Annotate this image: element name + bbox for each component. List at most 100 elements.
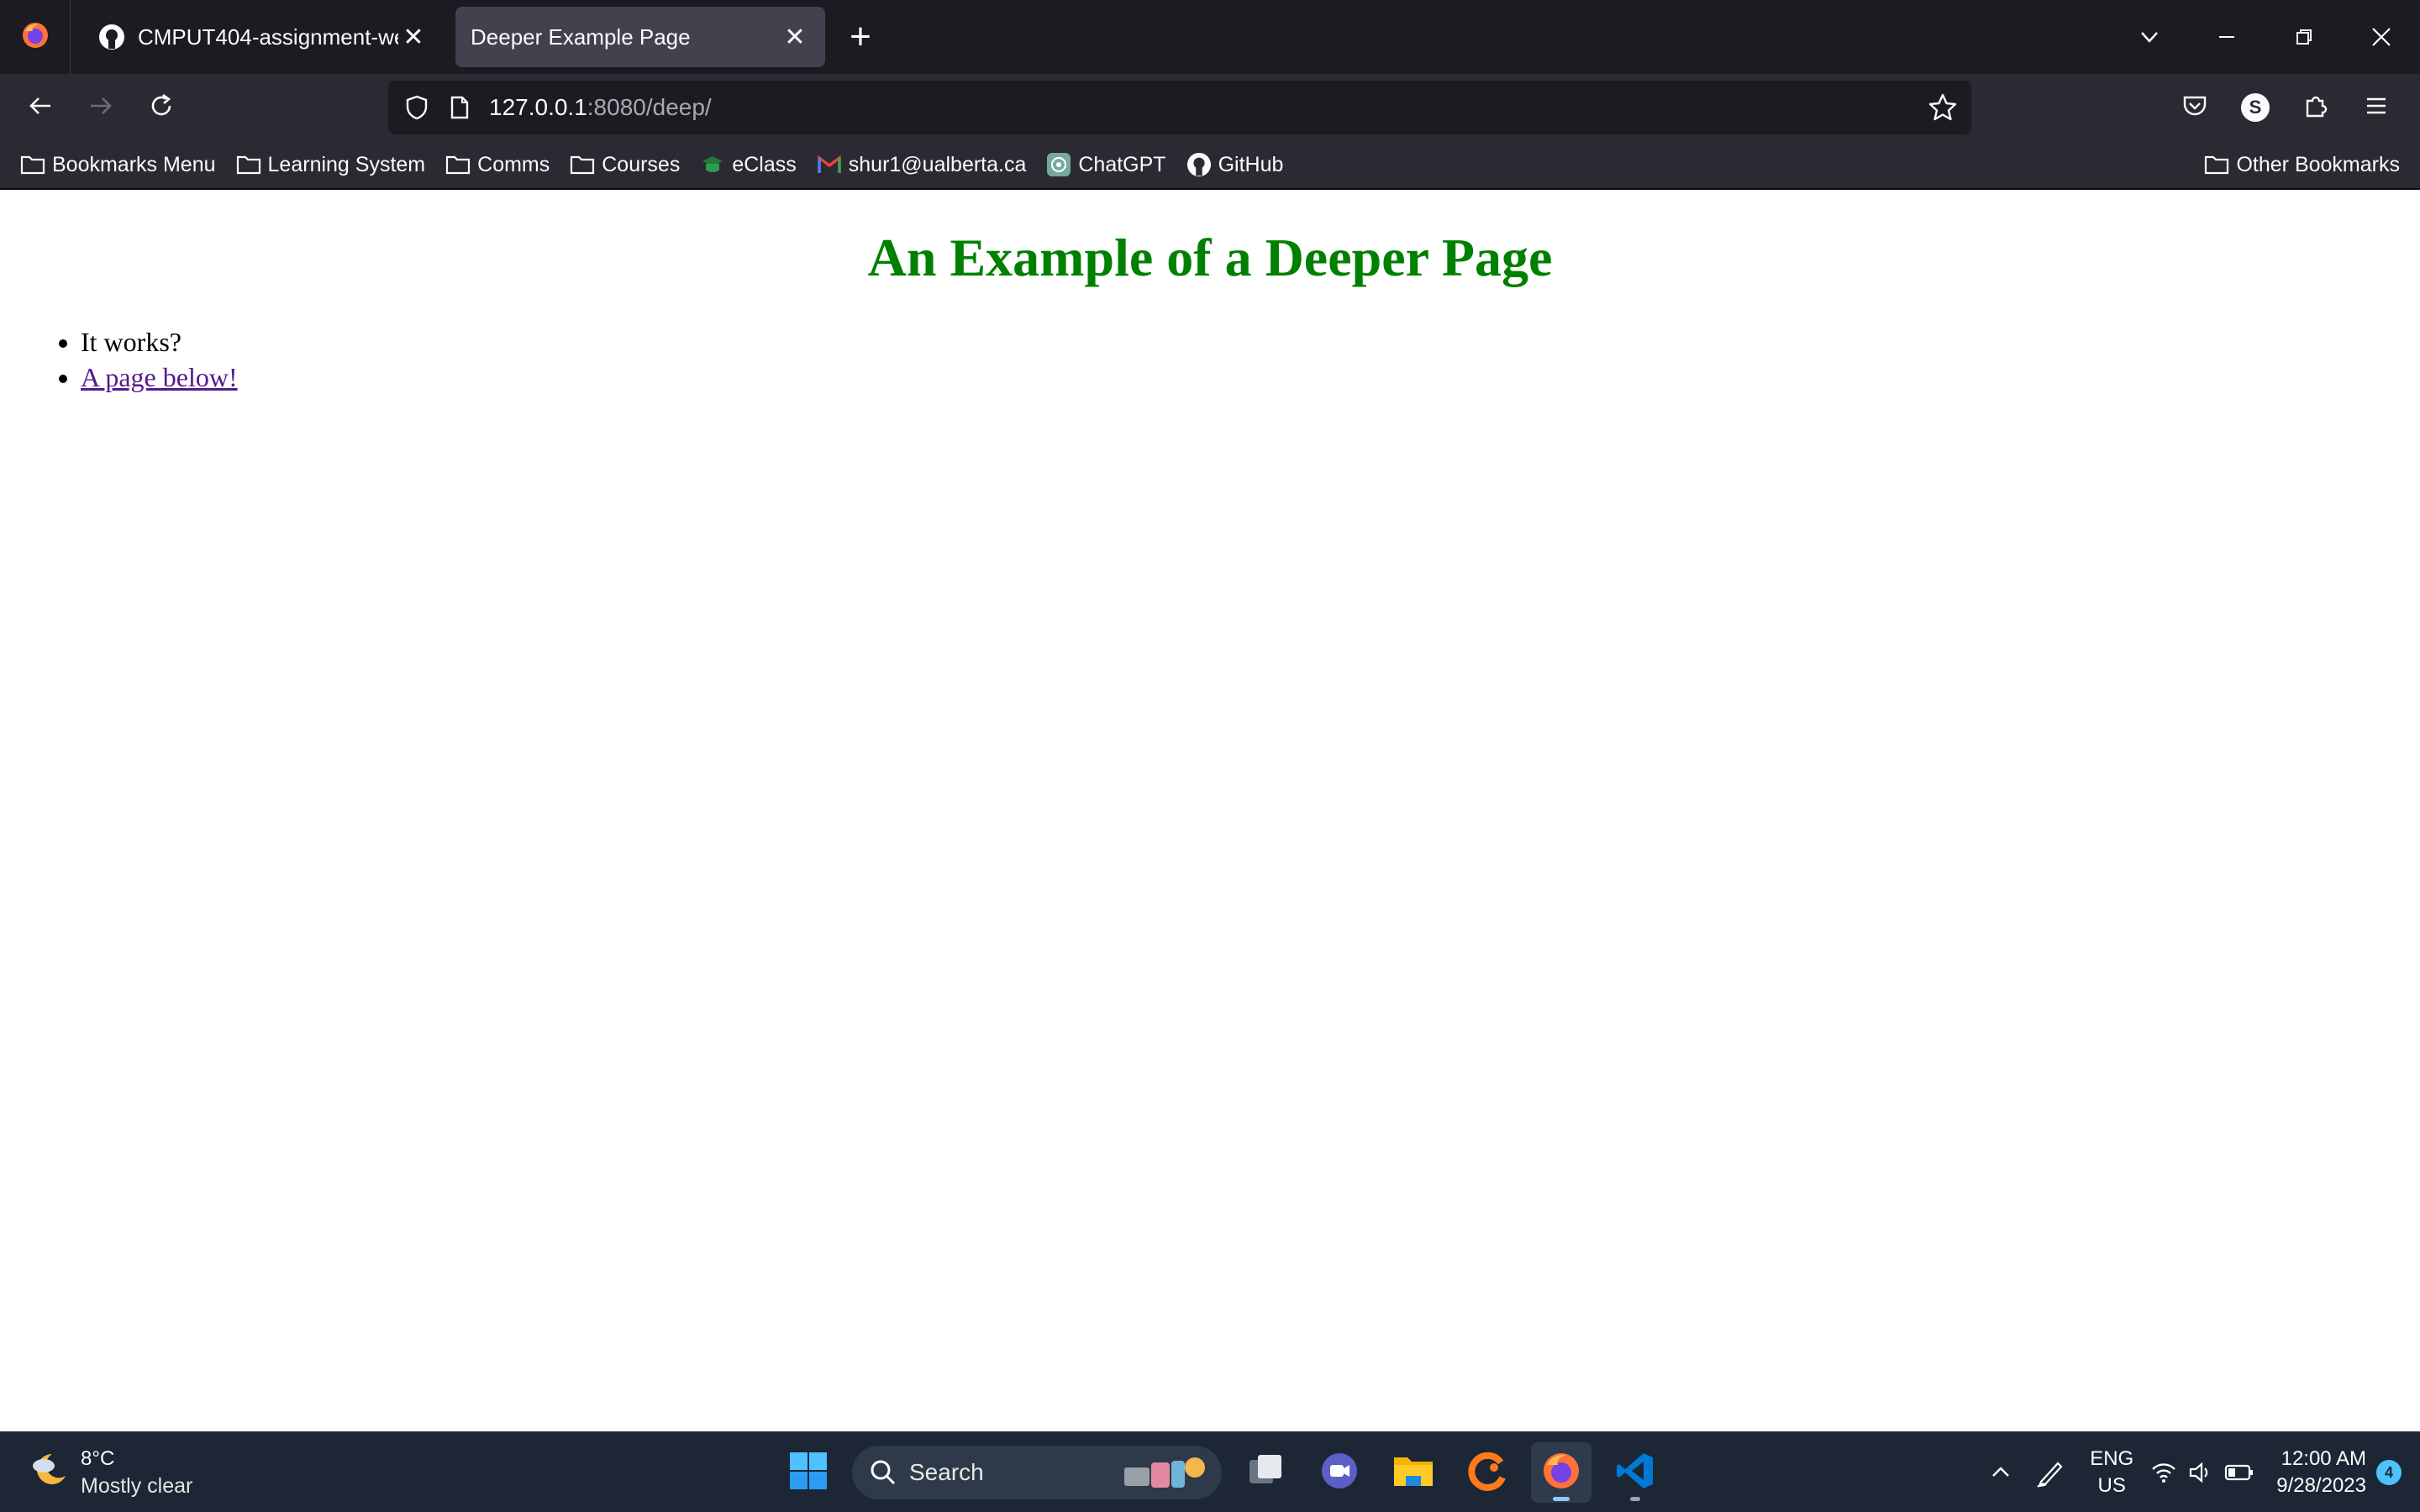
- tab-github[interactable]: CMPUT404-assignment-webser ✕: [82, 7, 444, 67]
- running-indicator: [1630, 1497, 1640, 1501]
- orange-app-button[interactable]: [1457, 1442, 1518, 1503]
- chatgpt-icon: [1046, 152, 1071, 177]
- taskbar: 8°C Mostly clear Search ENG US 12:00 AM …: [0, 1431, 2420, 1512]
- clock[interactable]: 12:00 AM 9/28/2023: [2276, 1446, 2366, 1499]
- weather-desc: Mostly clear: [81, 1474, 193, 1498]
- account-button[interactable]: S: [2225, 77, 2286, 138]
- windows-icon: [788, 1451, 829, 1495]
- url-text[interactable]: 127.0.0.1:8080/deep/: [489, 94, 712, 121]
- hamburger-icon: [2364, 93, 2389, 123]
- task-view-icon: [1246, 1452, 1285, 1494]
- bookmark-github[interactable]: GitHub: [1186, 152, 1283, 177]
- bookmark-bookmarks-menu[interactable]: Bookmarks Menu: [20, 152, 216, 177]
- close-tab-icon[interactable]: ✕: [398, 22, 429, 52]
- folder-icon: [570, 152, 595, 177]
- bookmark-comms[interactable]: Comms: [445, 152, 550, 177]
- search-icon: [869, 1458, 897, 1487]
- screen: CMPUT404-assignment-webser ✕ Deeper Exam…: [0, 0, 2420, 1512]
- bookmark-eclass[interactable]: eClass: [700, 152, 797, 177]
- avatar: S: [2241, 93, 2270, 122]
- folder-icon: [445, 152, 471, 177]
- reload-icon: [148, 92, 175, 123]
- bookmark-label: Bookmarks Menu: [52, 152, 216, 176]
- page-below-link[interactable]: A page below!: [81, 362, 238, 392]
- search-placeholder: Search: [909, 1459, 984, 1485]
- toolbar-right: S: [2165, 74, 2420, 141]
- clock-date: 9/28/2023: [2276, 1474, 2366, 1497]
- bookmark-label: shur1@ualberta.ca: [848, 152, 1027, 176]
- bookmarks-toolbar: Bookmarks Menu Learning System Comms Cou…: [0, 141, 2420, 190]
- other-bookmarks[interactable]: Other Bookmarks: [2204, 141, 2400, 188]
- taskbar-search[interactable]: Search: [852, 1446, 1222, 1499]
- bookmark-label: Learning System: [267, 152, 426, 176]
- notification-badge[interactable]: 4: [2376, 1460, 2402, 1485]
- address-bar[interactable]: 127.0.0.1:8080/deep/: [388, 81, 1971, 134]
- wifi-icon[interactable]: [2150, 1459, 2177, 1486]
- firefox-taskbar-button[interactable]: [1531, 1442, 1591, 1503]
- gmail-icon: [817, 152, 842, 177]
- close-window-button[interactable]: [2343, 0, 2420, 74]
- tab-label: Deeper Example Page: [471, 24, 691, 50]
- extensions-button[interactable]: [2286, 77, 2346, 138]
- lang-line1: ENG: [2090, 1447, 2134, 1470]
- firefox-icon: [1541, 1451, 1581, 1495]
- back-button[interactable]: [10, 77, 71, 138]
- tab-deeper-example[interactable]: Deeper Example Page ✕: [455, 7, 825, 67]
- forward-button[interactable]: [71, 77, 131, 138]
- pen-icon[interactable]: [2034, 1457, 2066, 1488]
- task-view-button[interactable]: [1235, 1442, 1296, 1503]
- teams-chat-button[interactable]: [1309, 1442, 1370, 1503]
- clock-time: 12:00 AM: [2281, 1447, 2366, 1470]
- weather-widget[interactable]: 8°C Mostly clear: [27, 1446, 192, 1499]
- bookmark-label: Comms: [477, 152, 550, 176]
- url-host: 127.0.0.1: [489, 94, 587, 120]
- firefox-view-button[interactable]: [0, 0, 71, 74]
- shield-icon[interactable]: [400, 94, 434, 121]
- active-indicator: [1553, 1497, 1570, 1501]
- bookmark-gmail[interactable]: shur1@ualberta.ca: [817, 152, 1027, 177]
- folder-icon: [20, 152, 45, 177]
- minimize-button[interactable]: [2188, 0, 2265, 74]
- reload-button[interactable]: [131, 77, 192, 138]
- menu-button[interactable]: [2346, 77, 2407, 138]
- moon-cloud-icon: [27, 1449, 71, 1497]
- search-highlight-icon: [1121, 1452, 1213, 1499]
- new-tab-button[interactable]: +: [837, 13, 884, 60]
- bookmark-label: eClass: [732, 152, 797, 176]
- vscode-icon: [1615, 1451, 1655, 1495]
- list-item-text: It works?: [81, 327, 182, 357]
- item-list: It works? A page below!: [81, 324, 238, 395]
- restore-button[interactable]: [2265, 0, 2343, 74]
- system-tray: ENG US 12:00 AM 9/28/2023 4: [1989, 1432, 2420, 1512]
- url-path: :8080/deep/: [587, 94, 712, 120]
- list-all-tabs-button[interactable]: [2111, 0, 2188, 74]
- github-icon: [1186, 152, 1212, 177]
- puzzle-icon: [2302, 92, 2329, 123]
- file-explorer-button[interactable]: [1383, 1442, 1444, 1503]
- pocket-button[interactable]: [2165, 77, 2225, 138]
- chevron-up-icon[interactable]: [1989, 1461, 2012, 1484]
- vscode-button[interactable]: [1605, 1442, 1665, 1503]
- list-item: It works?: [81, 324, 238, 360]
- bookmark-courses[interactable]: Courses: [570, 152, 680, 177]
- bookmark-learning-system[interactable]: Learning System: [236, 152, 426, 177]
- pocket-icon: [2181, 92, 2208, 123]
- bookmark-label: ChatGPT: [1078, 152, 1166, 176]
- close-tab-icon[interactable]: ✕: [780, 22, 810, 52]
- page-icon[interactable]: [447, 95, 472, 120]
- bookmark-label: Courses: [602, 152, 681, 176]
- language-indicator[interactable]: ENG US: [2090, 1446, 2133, 1499]
- start-button[interactable]: [778, 1442, 839, 1503]
- folder-app-icon: [1392, 1452, 1434, 1494]
- bookmark-chatgpt[interactable]: ChatGPT: [1046, 152, 1166, 177]
- volume-icon[interactable]: [2187, 1459, 2214, 1486]
- list-item: A page below!: [81, 360, 238, 395]
- chat-icon: [1319, 1451, 1360, 1495]
- page-content: An Example of a Deeper Page It works? A …: [0, 190, 2420, 1431]
- weather-temp: 8°C: [81, 1447, 115, 1470]
- tab-label: CMPUT404-assignment-webser: [138, 24, 398, 50]
- star-icon[interactable]: [1928, 92, 1958, 127]
- back-arrow-icon: [27, 92, 54, 123]
- forward-arrow-icon: [87, 92, 114, 123]
- battery-icon[interactable]: [2224, 1461, 2254, 1484]
